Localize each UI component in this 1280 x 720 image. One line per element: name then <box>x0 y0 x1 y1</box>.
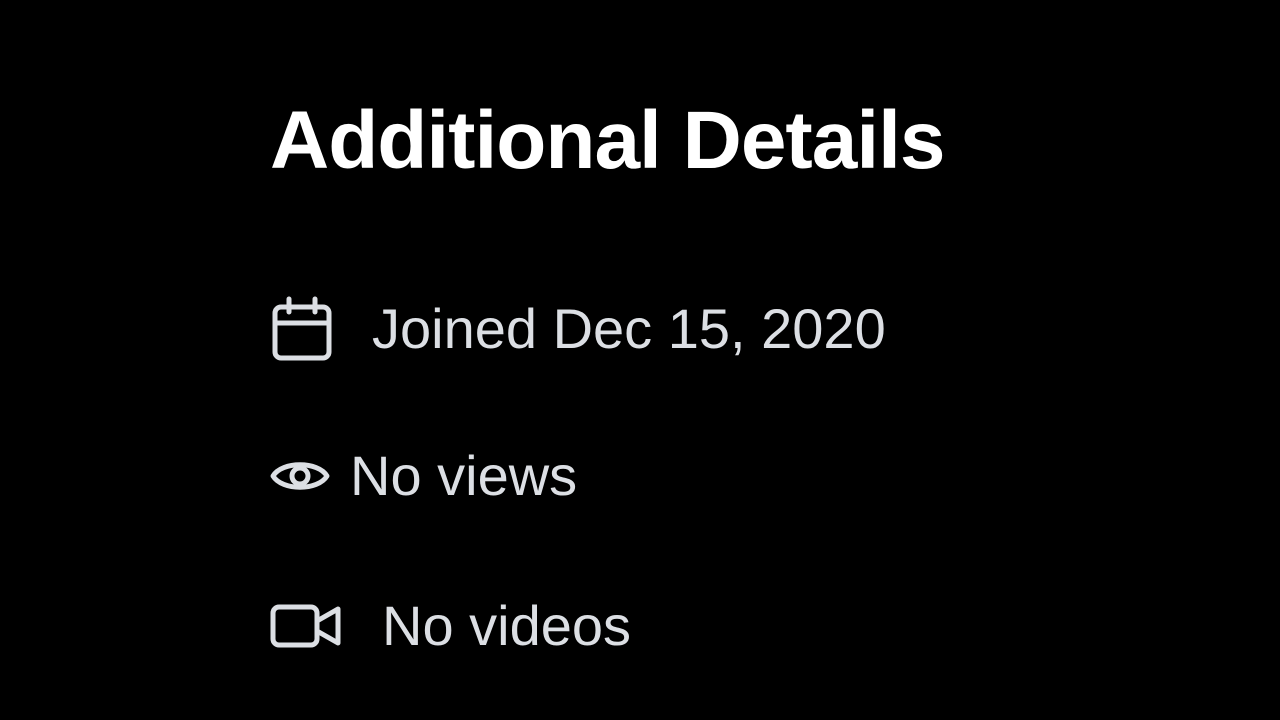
additional-details-section: Additional Details Joined Dec 15, 2020 N… <box>270 0 1170 720</box>
eye-icon <box>270 455 330 497</box>
views-text: No views <box>350 444 578 507</box>
video-camera-icon <box>270 602 342 650</box>
calendar-icon <box>270 296 334 362</box>
videos-text: No videos <box>382 594 632 657</box>
section-title: Additional Details <box>270 95 946 186</box>
joined-date-text: Joined Dec 15, 2020 <box>372 297 886 360</box>
views-row: No views <box>270 448 577 504</box>
joined-date-row: Joined Dec 15, 2020 <box>270 296 886 362</box>
videos-row: No videos <box>270 598 631 654</box>
